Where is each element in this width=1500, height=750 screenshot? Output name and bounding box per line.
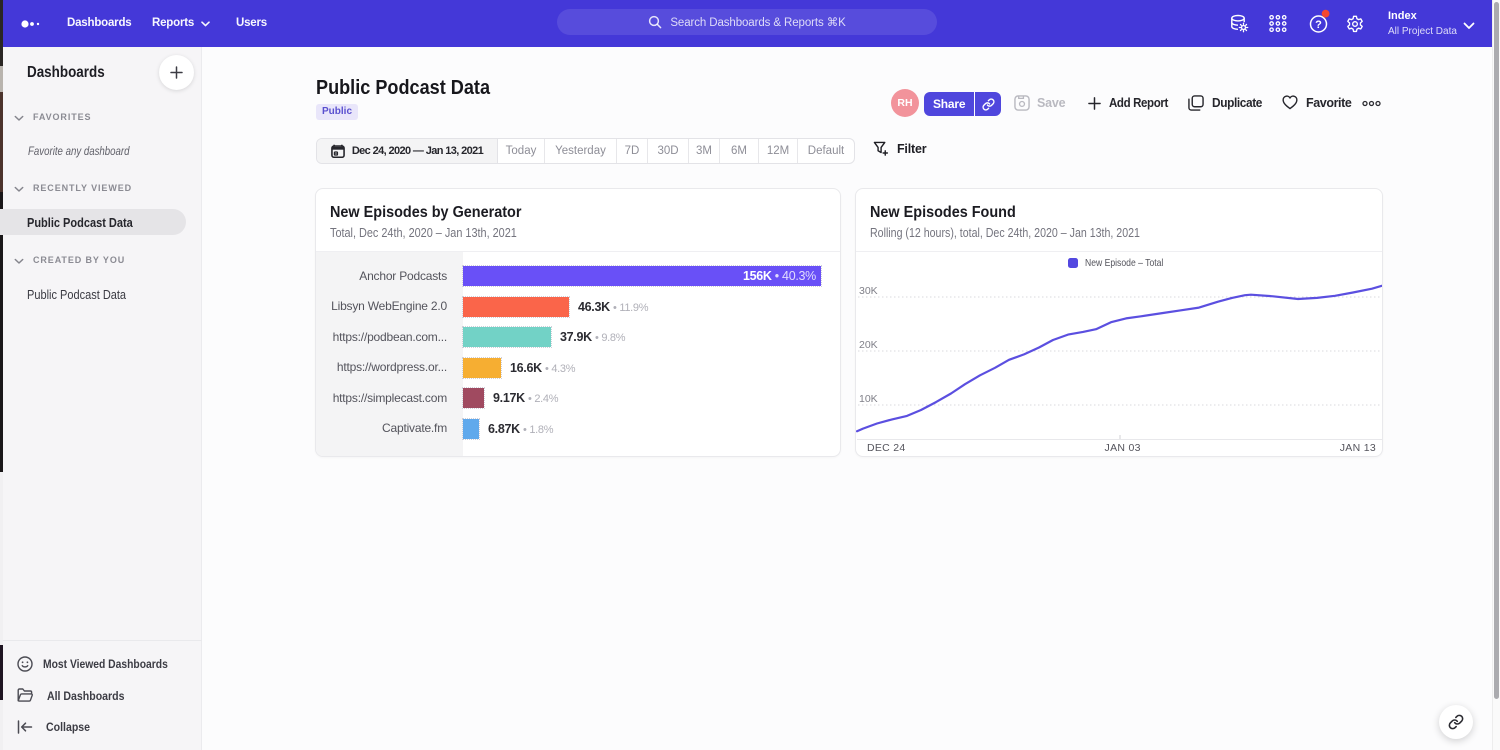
svg-text:?: ? <box>1315 19 1322 31</box>
